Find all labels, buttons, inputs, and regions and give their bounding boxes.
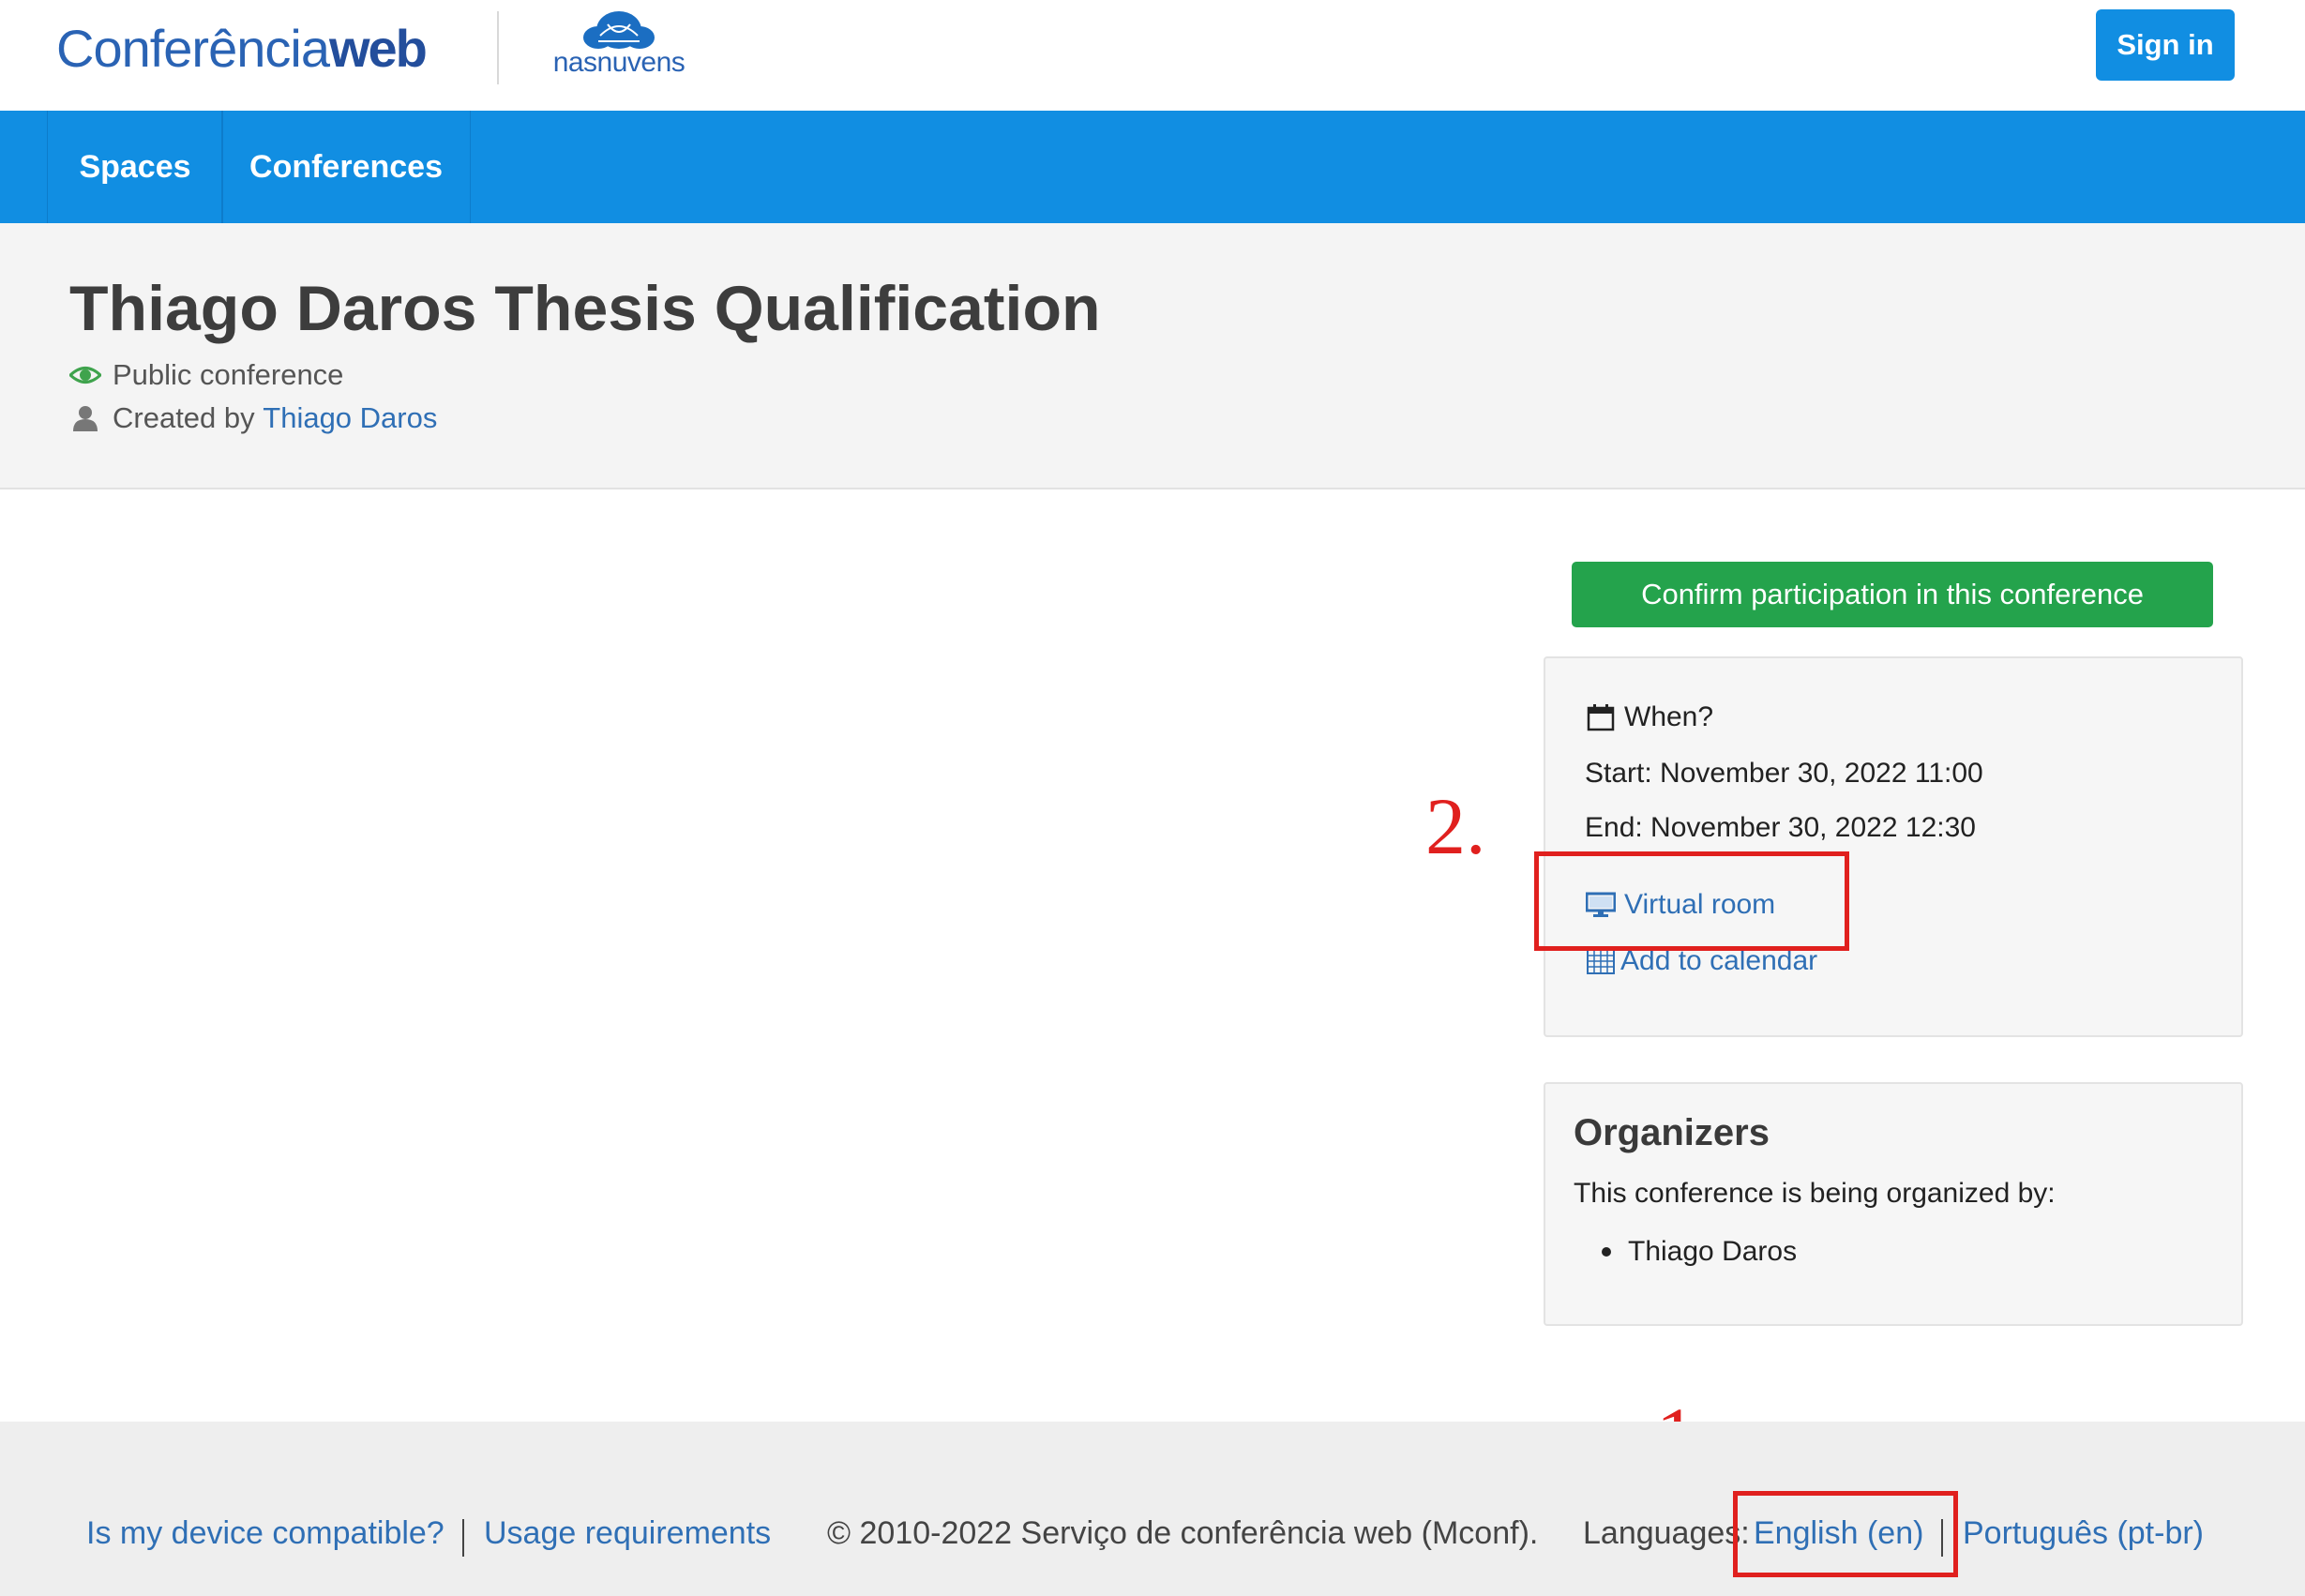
user-icon xyxy=(69,404,101,432)
when-heading-row: When? xyxy=(1585,701,1713,733)
annotation-label-2: 2. xyxy=(1425,781,1486,871)
nav-spaces[interactable]: Spaces xyxy=(47,111,223,223)
when-panel: When? Start: November 30, 2022 11:00 End… xyxy=(1544,656,2243,1037)
calendar-grid-icon xyxy=(1585,947,1617,975)
annotation-box-virtual-room xyxy=(1534,851,1849,951)
confirm-participation-button[interactable]: Confirm participation in this conference xyxy=(1572,562,2213,627)
brand-logo-bold: web xyxy=(328,19,428,78)
creator-link[interactable]: Thiago Daros xyxy=(263,401,437,435)
created-by-label: Created by xyxy=(113,401,255,434)
partner-logo[interactable]: nasnuvens xyxy=(539,8,699,83)
nav-conferences[interactable]: Conferences xyxy=(221,111,471,223)
eye-icon xyxy=(69,361,101,389)
annotation-box-english xyxy=(1733,1491,1958,1577)
top-header: Conferênciaweb nasnuvens Sign in xyxy=(0,0,2305,111)
brand-divider xyxy=(497,11,499,84)
sign-in-button[interactable]: Sign in xyxy=(2096,9,2235,81)
brand-logo[interactable]: Conferênciaweb xyxy=(56,19,428,78)
creator-row: Created by Thiago Daros xyxy=(69,401,437,435)
conference-header: Thiago Daros Thesis Qualification Public… xyxy=(0,223,2305,489)
footer-divider xyxy=(462,1519,464,1557)
cloud-logo-icon xyxy=(583,11,655,49)
organizer-list-item: Thiago Daros xyxy=(1602,1236,1797,1268)
usage-requirements-link[interactable]: Usage requirements xyxy=(484,1515,771,1552)
device-compatible-link[interactable]: Is my device compatible? xyxy=(86,1515,444,1552)
visibility-row: Public conference xyxy=(69,358,343,392)
organizers-panel: Organizers This conference is being orga… xyxy=(1544,1082,2243,1326)
footer: Is my device compatible? Usage requireme… xyxy=(0,1422,2305,1596)
organizer-name: Thiago Daros xyxy=(1628,1236,1798,1267)
end-time: End: November 30, 2022 12:30 xyxy=(1585,812,1976,843)
main-nav: Spaces Conferences xyxy=(0,111,2305,223)
organizers-intro: This conference is being organized by: xyxy=(1574,1178,2056,1209)
organizers-heading: Organizers xyxy=(1574,1112,1770,1153)
bullet xyxy=(1602,1247,1611,1257)
start-time: Start: November 30, 2022 11:00 xyxy=(1585,758,1983,789)
language-portuguese-link[interactable]: Português (pt-br) xyxy=(1963,1515,2204,1552)
page-title: Thiago Daros Thesis Qualification xyxy=(69,273,1101,344)
calendar-icon xyxy=(1585,703,1617,731)
when-heading: When? xyxy=(1624,701,1714,732)
brand-logo-light: Conferência xyxy=(56,19,330,78)
partner-label: nasnuvens xyxy=(552,47,685,78)
copyright-text: © 2010-2022 Serviço de conferência web (… xyxy=(827,1515,1539,1551)
visibility-label: Public conference xyxy=(113,358,344,391)
languages-label: Languages: xyxy=(1583,1515,1750,1551)
